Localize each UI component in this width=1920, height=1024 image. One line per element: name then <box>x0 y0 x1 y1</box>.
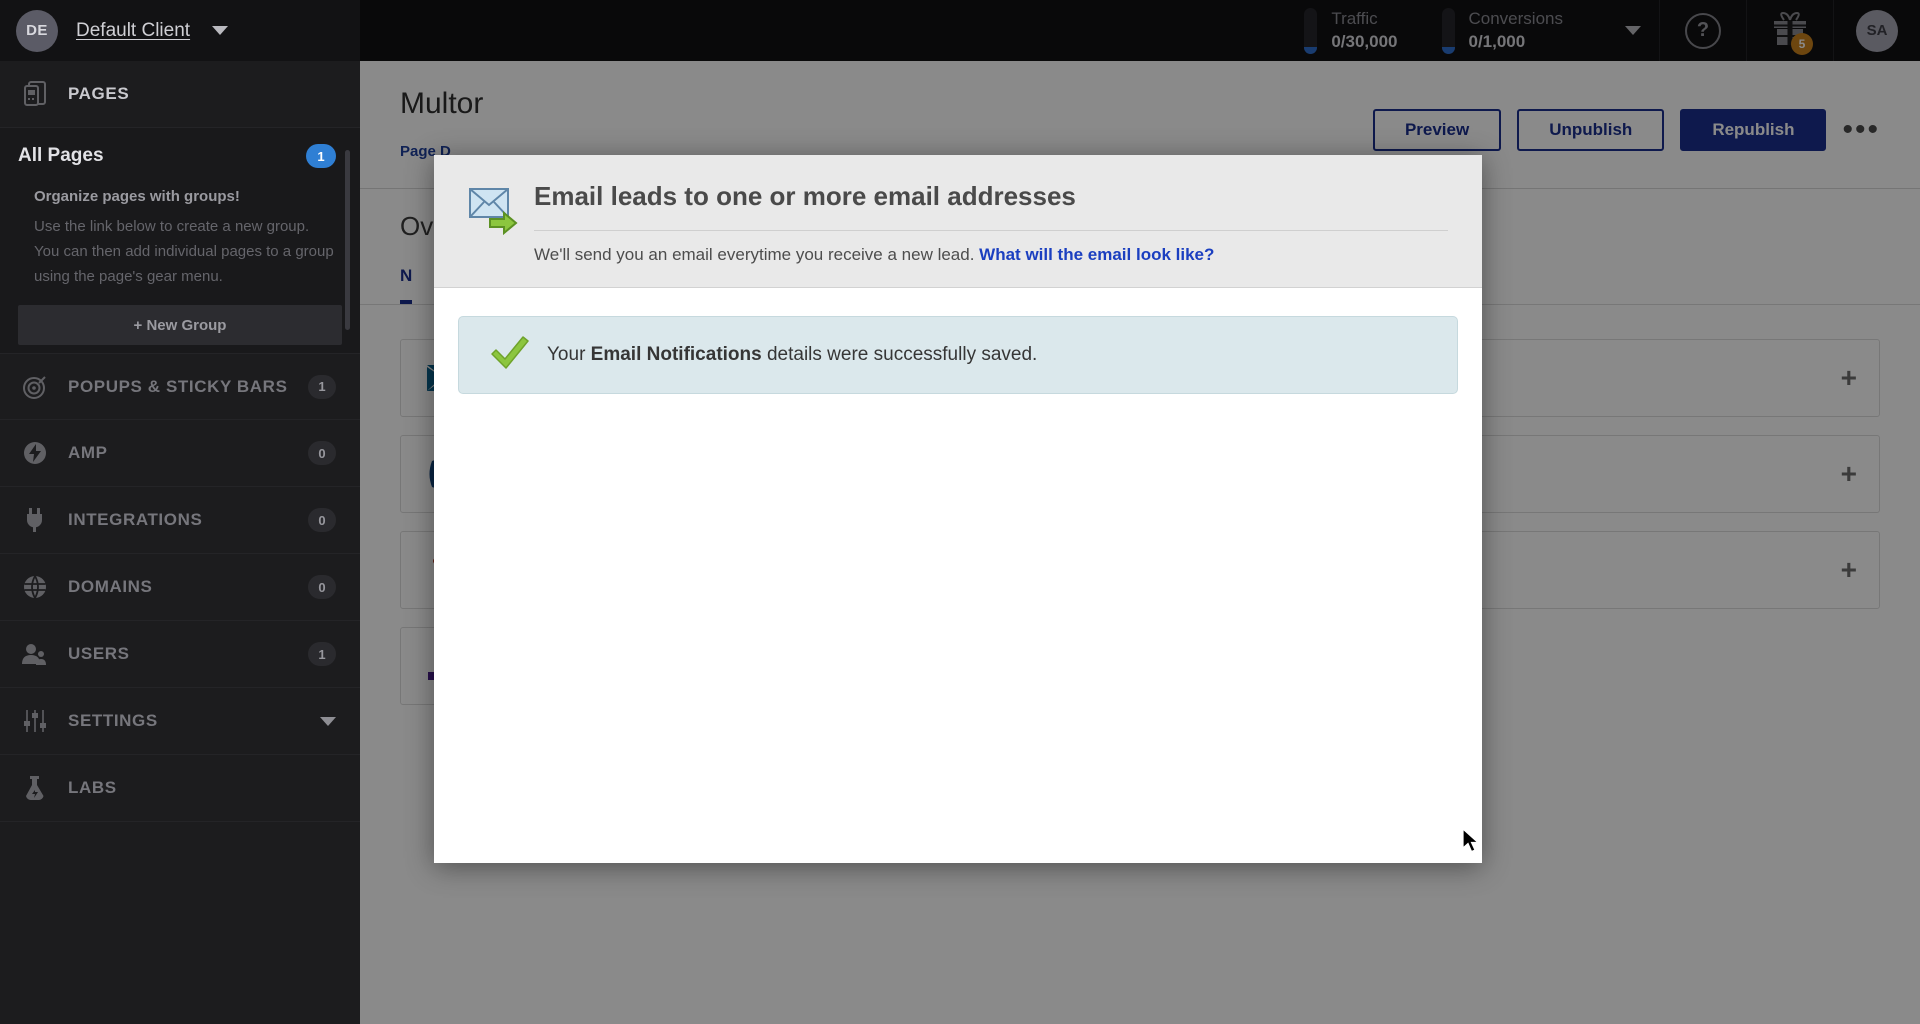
sidebar-item-count: 0 <box>308 441 336 466</box>
modal-title-divider <box>534 230 1448 231</box>
modal-header-text: Email leads to one or more email address… <box>534 181 1448 265</box>
sidebar-item-label: INTEGRATIONS <box>68 510 203 530</box>
pages-icon <box>18 77 52 111</box>
sidebar-item-all-pages[interactable]: All Pages 1 <box>0 128 360 184</box>
alert-suffix: details were successfully saved. <box>761 344 1038 365</box>
sidebar-item-pages[interactable]: PAGES <box>0 61 360 128</box>
sidebar-item-users[interactable]: USERS 1 <box>0 621 360 689</box>
modal-body: Your Email Notifications details were su… <box>434 288 1482 863</box>
sidebar-item-count: 1 <box>308 374 336 399</box>
plug-icon <box>18 503 52 537</box>
sidebar-item-amp[interactable]: AMP 0 <box>0 420 360 488</box>
sidebar-item-labs[interactable]: LABS <box>0 755 360 823</box>
new-group-button[interactable]: + New Group <box>18 305 342 346</box>
group-tip-body: Use the link below to create a new group… <box>34 218 334 285</box>
chevron-down-icon[interactable] <box>212 26 229 35</box>
sidebar-item-label: USERS <box>68 644 130 664</box>
modal-subtitle-text: We'll send you an email everytime you re… <box>534 245 975 264</box>
email-forward-icon <box>468 181 534 265</box>
sidebar-item-label: LABS <box>68 778 117 798</box>
sidebar-item-popups[interactable]: POPUPS & STICKY BARS 1 <box>0 353 360 421</box>
sidebar-item-settings[interactable]: SETTINGS <box>0 688 360 756</box>
mouse-cursor <box>1462 827 1480 859</box>
sidebar-item-label: DOMAINS <box>68 577 153 597</box>
group-tip: Organize pages with groups! Use the link… <box>0 184 360 289</box>
sidebar-item-label: PAGES <box>68 84 130 103</box>
flask-icon <box>18 771 52 805</box>
green-check-icon <box>489 334 547 377</box>
chevron-down-icon[interactable] <box>320 716 336 726</box>
email-notifications-modal: Email leads to one or more email address… <box>434 155 1482 863</box>
sliders-icon <box>18 704 52 738</box>
sidebar-item-count: 0 <box>308 508 336 533</box>
success-alert-text: Your Email Notifications details were su… <box>547 344 1037 366</box>
app-root: Multor Page D Preview Unpublish Republis… <box>0 0 1920 1024</box>
sidebar-item-integrations[interactable]: INTEGRATIONS 0 <box>0 487 360 555</box>
client-name[interactable]: Default Client <box>76 20 190 42</box>
sidebar: DE Default Client PAGES All Pages 1 Orga… <box>0 0 360 1024</box>
globe-icon <box>18 570 52 604</box>
all-pages-label: All Pages <box>18 145 104 166</box>
bolt-icon <box>18 436 52 470</box>
all-pages-badge: 1 <box>306 144 336 168</box>
sidebar-item-count: 0 <box>308 575 336 600</box>
target-icon <box>18 370 52 404</box>
sidebar-item-label: AMP <box>68 443 108 463</box>
alert-bold: Email Notifications <box>590 344 762 365</box>
sidebar-item-count: 1 <box>308 642 336 667</box>
email-preview-link[interactable]: What will the email look like? <box>979 245 1214 264</box>
sidebar-scrollbar[interactable] <box>345 150 350 330</box>
sidebar-item-domains[interactable]: DOMAINS 0 <box>0 554 360 622</box>
sidebar-item-label: POPUPS & STICKY BARS <box>68 376 288 396</box>
sidebar-item-label: SETTINGS <box>68 711 158 731</box>
group-tip-title: Organize pages with groups! <box>34 188 240 205</box>
users-icon <box>18 637 52 671</box>
client-avatar: DE <box>16 9 58 52</box>
modal-header: Email leads to one or more email address… <box>434 155 1482 288</box>
client-selector[interactable]: DE Default Client <box>0 0 360 61</box>
success-alert: Your Email Notifications details were su… <box>458 316 1458 394</box>
alert-prefix: Your <box>547 344 591 365</box>
all-pages-block: All Pages 1 Organize pages with groups! … <box>0 128 360 354</box>
modal-subtitle: We'll send you an email everytime you re… <box>534 245 1448 265</box>
modal-title: Email leads to one or more email address… <box>534 181 1076 211</box>
